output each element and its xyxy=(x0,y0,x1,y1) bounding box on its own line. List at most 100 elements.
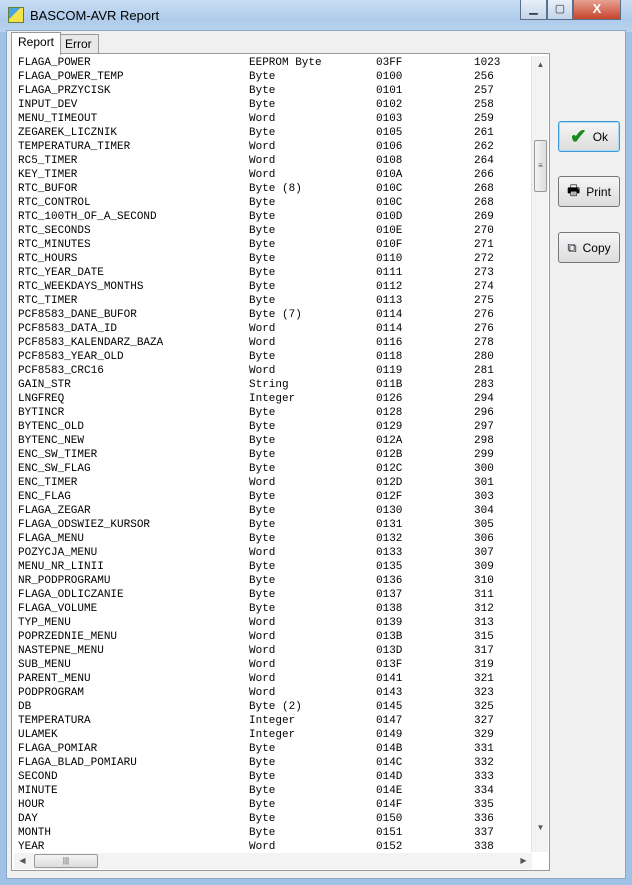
variable-address-hex: 0139 xyxy=(376,617,403,629)
variable-name: ENC_FLAG xyxy=(18,491,71,503)
table-row: PCF8583_DATA_ID Word 0114 276 xyxy=(14,322,532,336)
variable-name: FLAGA_PRZYCISK xyxy=(18,85,111,97)
variable-address-hex: 0105 xyxy=(376,127,403,139)
variable-address-hex: 012D xyxy=(376,477,403,489)
variable-name: RTC_BUFOR xyxy=(18,183,78,195)
variable-type: Byte (8) xyxy=(249,183,302,195)
close-button[interactable]: X xyxy=(573,0,621,20)
variable-type: Byte xyxy=(249,491,276,503)
variable-address-dec: 294 xyxy=(474,393,494,405)
table-row: ZEGAREK_LICZNIK Byte 0105 261 xyxy=(14,126,532,140)
scroll-down-icon[interactable]: ▼ xyxy=(532,823,549,832)
variable-type: Byte xyxy=(249,127,276,139)
copy-button[interactable]: ⧉ Copy xyxy=(558,232,620,263)
variable-name: LNGFREQ xyxy=(18,393,65,405)
variable-name: RTC_MINUTES xyxy=(18,239,91,251)
table-row: RTC_CONTROL Byte 010C 268 xyxy=(14,196,532,210)
checkmark-icon: ✔ xyxy=(569,126,587,148)
variable-address-dec: 315 xyxy=(474,631,494,643)
scroll-up-icon[interactable]: ▲ xyxy=(532,60,549,69)
variable-address-dec: 261 xyxy=(474,127,494,139)
title-bar[interactable]: BASCOM-AVR Report ▁ ▢ X xyxy=(0,0,632,32)
table-row: PCF8583_DANE_BUFOR Byte (7) 0114 276 xyxy=(14,308,532,322)
table-row: BYTINCR Byte 0128 296 xyxy=(14,406,532,420)
variable-address-dec: 256 xyxy=(474,71,494,83)
variable-name: ENC_TIMER xyxy=(18,477,78,489)
variable-address-dec: 296 xyxy=(474,407,494,419)
table-row: BYTENC_OLD Byte 0129 297 xyxy=(14,420,532,434)
variable-address-hex: 0150 xyxy=(376,813,403,825)
variable-name: TYP_MENU xyxy=(18,617,71,629)
variable-address-dec: 337 xyxy=(474,827,494,839)
variable-address-dec: 304 xyxy=(474,505,494,517)
variable-address-hex: 0114 xyxy=(376,309,403,321)
variable-name: PCF8583_YEAR_OLD xyxy=(18,351,124,363)
table-row: RTC_MINUTES Byte 010F 271 xyxy=(14,238,532,252)
maximize-button[interactable]: ▢ xyxy=(547,0,573,20)
scroll-right-icon[interactable]: ▶ xyxy=(515,856,532,865)
variable-type: Byte xyxy=(249,407,276,419)
table-row: ENC_SW_TIMER Byte 012B 299 xyxy=(14,448,532,462)
variable-name: BYTENC_OLD xyxy=(18,421,85,433)
variable-address-hex: 0135 xyxy=(376,561,403,573)
table-row: FLAGA_POMIAR Byte 014B 331 xyxy=(14,742,532,756)
horizontal-scrollbar[interactable]: ◀ ||| ▶ xyxy=(14,853,532,869)
variable-name: RTC_WEEKDAYS_MONTHS xyxy=(18,281,144,293)
variable-name: INPUT_DEV xyxy=(18,99,78,111)
table-row: ENC_SW_FLAG Byte 012C 300 xyxy=(14,462,532,476)
variable-name: DB xyxy=(18,701,32,713)
vertical-scroll-thumb[interactable]: ≡ xyxy=(534,140,547,192)
variable-address-hex: 0151 xyxy=(376,827,403,839)
variable-address-dec: 262 xyxy=(474,141,494,153)
table-row: GAIN_STR String 011B 283 xyxy=(14,378,532,392)
variable-name: SUB_MENU xyxy=(18,659,71,671)
variable-address-hex: 012F xyxy=(376,491,403,503)
scroll-left-icon[interactable]: ◀ xyxy=(14,856,31,865)
table-row: NASTEPNE_MENU Word 013D 317 xyxy=(14,644,532,658)
variable-type: EEPROM Byte xyxy=(249,57,322,69)
variable-name: PARENT_MENU xyxy=(18,673,91,685)
variable-type: Byte xyxy=(249,239,276,251)
table-row: DAY Byte 0150 336 xyxy=(14,812,532,826)
table-row: FLAGA_BLAD_POMIARU Byte 014C 332 xyxy=(14,756,532,770)
variable-name: HOUR xyxy=(18,799,45,811)
variable-name: ULAMEK xyxy=(18,729,58,741)
table-row: RTC_100TH_OF_A_SECOND Byte 010D 269 xyxy=(14,210,532,224)
ok-button[interactable]: ✔ Ok xyxy=(558,121,620,152)
minimize-button[interactable]: ▁ xyxy=(520,0,547,20)
print-button[interactable]: 🖶 Print xyxy=(558,176,620,207)
variable-name: RC5_TIMER xyxy=(18,155,78,167)
variable-name: ZEGAREK_LICZNIK xyxy=(18,127,118,139)
variable-address-hex: 013F xyxy=(376,659,403,671)
variable-address-hex: 0126 xyxy=(376,393,403,405)
variable-type: Byte xyxy=(249,253,276,265)
report-list[interactable]: FLAGA_POWER EEPROM Byte 03FF 1023 FLAGA_POWE… xyxy=(14,56,532,852)
variable-address-hex: 0112 xyxy=(376,281,403,293)
table-row: POZYCJA_MENU Word 0133 307 xyxy=(14,546,532,560)
variable-address-hex: 0119 xyxy=(376,365,403,377)
variable-address-dec: 312 xyxy=(474,603,494,615)
table-row: FLAGA_ODLICZANIE Byte 0137 311 xyxy=(14,588,532,602)
variable-type: Byte xyxy=(249,827,276,839)
horizontal-scroll-thumb[interactable]: ||| xyxy=(34,854,98,868)
variable-type: Word xyxy=(249,673,276,685)
variable-address-hex: 010A xyxy=(376,169,403,181)
table-row: YEAR Word 0152 338 xyxy=(14,840,532,852)
table-row: PCF8583_YEAR_OLD Byte 0118 280 xyxy=(14,350,532,364)
variable-address-hex: 0136 xyxy=(376,575,403,587)
tab-error[interactable]: Error xyxy=(58,34,99,54)
ok-label: Ok xyxy=(592,129,609,144)
table-row: INPUT_DEV Byte 0102 258 xyxy=(14,98,532,112)
variable-address-dec: 307 xyxy=(474,547,494,559)
variable-name: NASTEPNE_MENU xyxy=(18,645,104,657)
variable-type: Byte xyxy=(249,421,276,433)
table-row: FLAGA_MENU Byte 0132 306 xyxy=(14,532,532,546)
variable-type: Byte xyxy=(249,71,276,83)
variable-address-hex: 014C xyxy=(376,757,403,769)
variable-type: Byte (7) xyxy=(249,309,302,321)
vertical-scrollbar[interactable]: ▲ ≡ ▼ xyxy=(531,56,548,852)
variable-address-dec: 332 xyxy=(474,757,494,769)
variable-address-dec: 338 xyxy=(474,841,494,852)
table-row: SUB_MENU Word 013F 319 xyxy=(14,658,532,672)
tab-report[interactable]: Report xyxy=(11,32,62,55)
